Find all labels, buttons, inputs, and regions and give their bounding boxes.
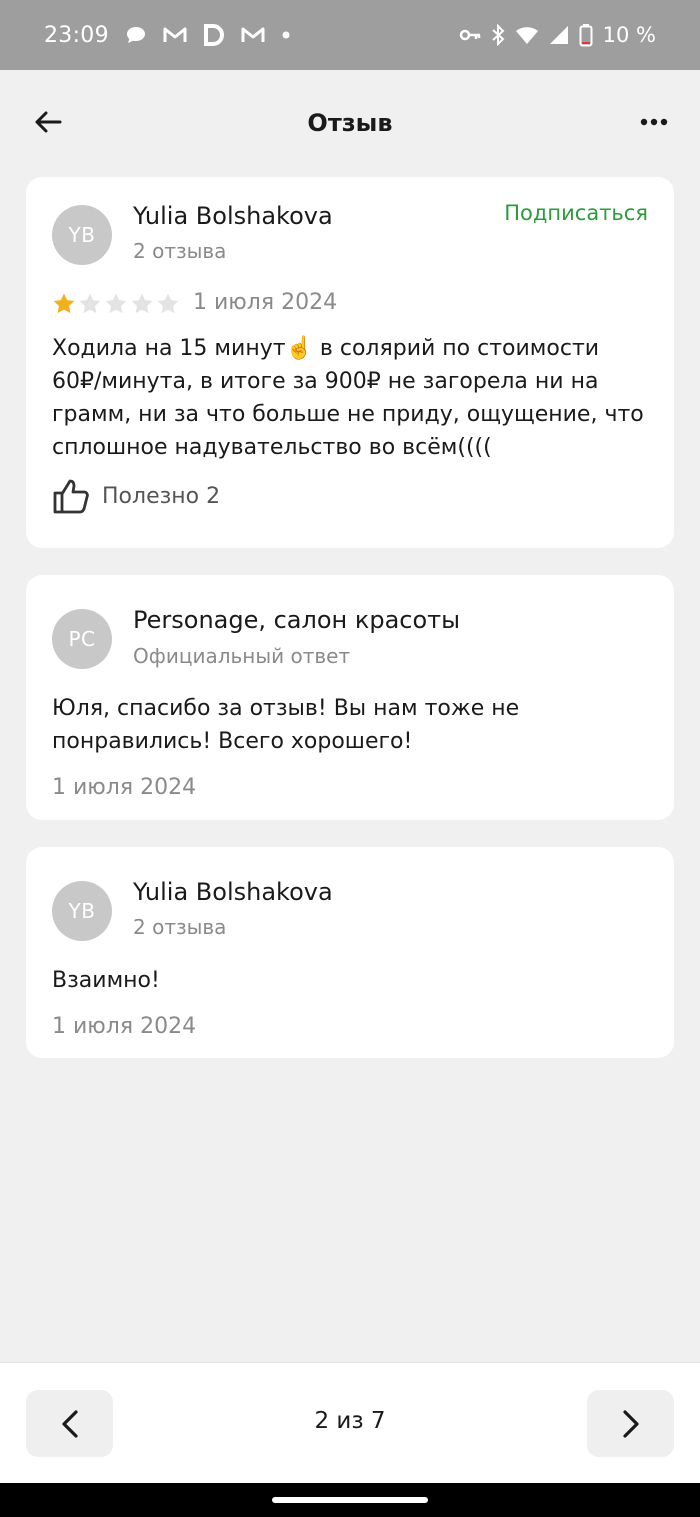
review-card: YB Yulia Bolshakova 2 отзыва Подписаться…	[26, 177, 674, 548]
avatar[interactable]: YB	[52, 205, 112, 265]
more-options-button[interactable]	[632, 106, 676, 138]
avatar[interactable]: PC	[52, 609, 112, 669]
avatar[interactable]: YB	[52, 881, 112, 941]
app-bar: Отзыв	[0, 70, 700, 176]
subscribe-button[interactable]: Подписаться	[504, 201, 648, 225]
official-reply-card: PC Personage, салон красоты Официальный …	[26, 575, 674, 820]
star-empty-icon	[131, 293, 153, 314]
chat-icon	[125, 23, 147, 47]
next-button[interactable]	[587, 1390, 674, 1457]
status-bar: 23:09 10 %	[0, 0, 700, 70]
home-handle[interactable]	[272, 1497, 428, 1503]
gmail-icon	[163, 23, 187, 47]
reply-date: 1 июля 2024	[52, 775, 197, 800]
more-dots-icon	[640, 118, 668, 126]
gmail-icon	[241, 23, 265, 47]
back-button[interactable]	[28, 106, 68, 138]
star-empty-icon	[79, 293, 101, 314]
rating-stars	[52, 292, 180, 316]
chevron-right-icon	[622, 1409, 639, 1438]
wifi-icon	[515, 23, 539, 47]
review-text: Ходила на 15 минут☝️ в солярий по стоимо…	[52, 336, 644, 460]
battery-percent: 10 %	[602, 23, 656, 47]
helpful-button[interactable]: Полезно 2	[52, 477, 220, 515]
gesture-bar	[0, 1483, 700, 1517]
arrow-left-icon	[35, 111, 62, 133]
helpful-label: Полезно 2	[102, 483, 221, 509]
bluetooth-icon	[491, 23, 505, 47]
reply-date: 1 июля 2024	[52, 1014, 197, 1039]
thumbs-up-icon	[53, 479, 89, 514]
review-date: 1 июля 2024	[193, 290, 338, 315]
official-reply-label: Официальный ответ	[133, 644, 351, 668]
dot-icon	[281, 23, 291, 47]
star-filled-icon	[53, 293, 75, 314]
reply-text: Взаимно!	[52, 968, 160, 993]
reply-text: Юля, спасибо за отзыв! Вы нам тоже не по…	[52, 696, 520, 754]
review-author[interactable]: Yulia Bolshakova	[133, 202, 333, 230]
author-review-count: 2 отзыва	[133, 239, 227, 263]
page-title: Отзыв	[307, 109, 393, 137]
reply-author[interactable]: Yulia Bolshakova	[133, 878, 333, 906]
star-empty-icon	[157, 293, 179, 314]
author-review-count: 2 отзыва	[133, 915, 227, 939]
battery-icon	[579, 23, 593, 47]
pagination-bar: 2 из 7	[0, 1362, 700, 1483]
key-icon	[459, 23, 481, 47]
star-empty-icon	[105, 293, 127, 314]
user-reply-card: YB Yulia Bolshakova 2 отзыва Взаимно! 1 …	[26, 847, 674, 1058]
d-app-icon	[203, 23, 225, 47]
signal-icon	[549, 23, 569, 47]
status-time: 23:09	[44, 22, 109, 48]
reply-author[interactable]: Personage, салон красоты	[133, 606, 460, 634]
